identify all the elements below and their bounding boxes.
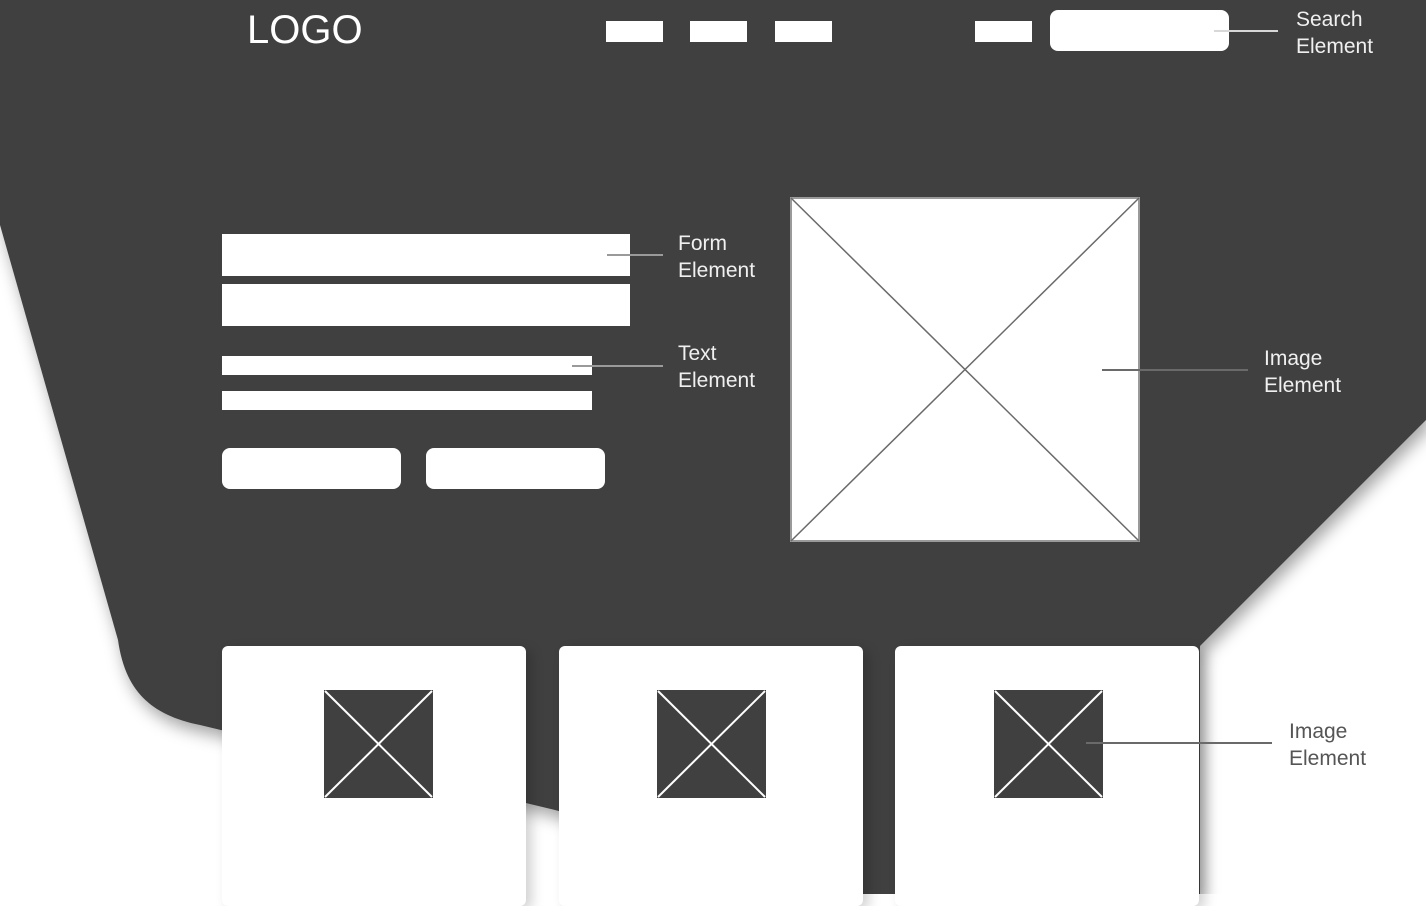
image-annotation-line bbox=[1102, 369, 1248, 371]
search-input[interactable] bbox=[1050, 10, 1229, 51]
primary-button[interactable] bbox=[222, 448, 401, 489]
logo[interactable]: LOGO bbox=[247, 8, 363, 53]
form-annotation-line bbox=[607, 254, 663, 256]
card-2[interactable] bbox=[559, 646, 863, 906]
image-placeholder-icon bbox=[324, 690, 433, 798]
image-annotation: Image Element bbox=[1264, 345, 1341, 399]
text-line-1 bbox=[222, 356, 592, 375]
form-field-1[interactable] bbox=[222, 234, 630, 276]
image-placeholder-icon bbox=[994, 690, 1103, 798]
annotation-line-1: Search bbox=[1296, 8, 1363, 31]
form-annotation: Form Element bbox=[678, 230, 755, 284]
nav-item-2[interactable] bbox=[690, 21, 747, 42]
text-line-2 bbox=[222, 391, 592, 410]
text-annotation-line bbox=[572, 365, 663, 367]
annotation-line-2: Element bbox=[678, 259, 756, 282]
cards-annotation-line bbox=[1086, 742, 1272, 744]
annotation-line-1: Form bbox=[678, 232, 727, 255]
annotation-line-1: Image bbox=[1289, 720, 1348, 743]
annotation-line-2: Element bbox=[1289, 747, 1367, 770]
image-placeholder-icon bbox=[657, 690, 766, 798]
nav-item-4[interactable] bbox=[975, 21, 1032, 42]
search-annotation-line bbox=[1214, 30, 1278, 32]
form-field-2[interactable] bbox=[222, 284, 630, 326]
annotation-line-2: Element bbox=[678, 369, 756, 392]
search-annotation: Search Element bbox=[1296, 6, 1373, 60]
image-placeholder-icon bbox=[790, 197, 1140, 542]
nav-item-1[interactable] bbox=[606, 21, 663, 42]
card-3[interactable] bbox=[895, 646, 1199, 906]
annotation-line-2: Element bbox=[1264, 374, 1342, 397]
card-1[interactable] bbox=[222, 646, 526, 906]
secondary-button[interactable] bbox=[426, 448, 605, 489]
text-annotation: Text Element bbox=[678, 340, 755, 394]
cards-image-annotation: Image Element bbox=[1289, 718, 1366, 772]
annotation-line-1: Text bbox=[678, 342, 717, 365]
nav-item-3[interactable] bbox=[775, 21, 832, 42]
annotation-line-1: Image bbox=[1264, 347, 1323, 370]
annotation-line-2: Element bbox=[1296, 35, 1374, 58]
